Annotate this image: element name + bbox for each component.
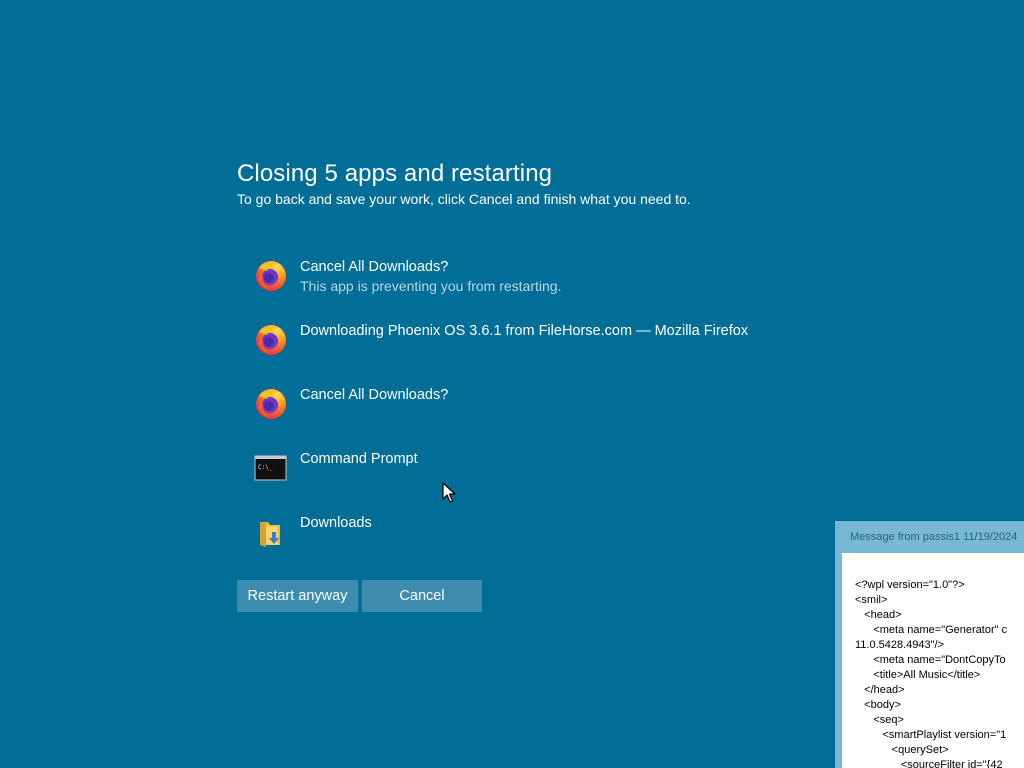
dialog-header: Closing 5 apps and restarting To go back… — [237, 160, 837, 208]
app-item-firefox-cancel-downloads: Cancel All Downloads? This app is preven… — [254, 256, 814, 320]
firefox-icon — [256, 261, 286, 291]
app-list: Cancel All Downloads? This app is preven… — [254, 256, 814, 576]
firefox-icon — [256, 389, 286, 419]
message-content: <?wpl version="1.0"?> <smil> <head> <met… — [855, 579, 1008, 768]
mouse-pointer-icon — [442, 482, 456, 503]
app-item-firefox-downloading: Downloading Phoenix OS 3.6.1 from FileHo… — [254, 320, 814, 384]
app-blocking-note: This app is preventing you from restarti… — [300, 278, 562, 294]
command-prompt-icon: C:\_ — [254, 455, 287, 481]
app-item-downloads: Downloads — [254, 512, 814, 576]
message-window-title[interactable]: Message from passis1 11/19/2024 — [835, 521, 1024, 553]
dialog-subtitle: To go back and save your work, click Can… — [237, 191, 691, 207]
restart-anyway-button[interactable]: Restart anyway — [237, 580, 358, 612]
message-window[interactable]: Message from passis1 11/19/2024 <?wpl ve… — [835, 521, 1024, 768]
app-item-command-prompt: C:\_ Command Prompt — [254, 448, 814, 512]
downloads-folder-icon — [260, 522, 280, 547]
message-body: <?wpl version="1.0"?> <smil> <head> <met… — [842, 553, 1024, 768]
dialog-title: Closing 5 apps and restarting — [237, 160, 553, 187]
firefox-icon — [256, 325, 286, 355]
cmd-icon-text: C:\_ — [258, 464, 273, 471]
cancel-button[interactable]: Cancel — [362, 580, 482, 612]
app-name: Cancel All Downloads? — [300, 259, 449, 275]
app-item-firefox-cancel-downloads-2: Cancel All Downloads? — [254, 384, 814, 448]
app-name: Cancel All Downloads? — [300, 387, 449, 403]
app-name: Downloads — [300, 515, 372, 531]
dialog-buttons: Restart anyway Cancel — [237, 580, 482, 612]
app-name: Command Prompt — [300, 451, 418, 467]
app-name: Downloading Phoenix OS 3.6.1 from FileHo… — [300, 323, 749, 339]
